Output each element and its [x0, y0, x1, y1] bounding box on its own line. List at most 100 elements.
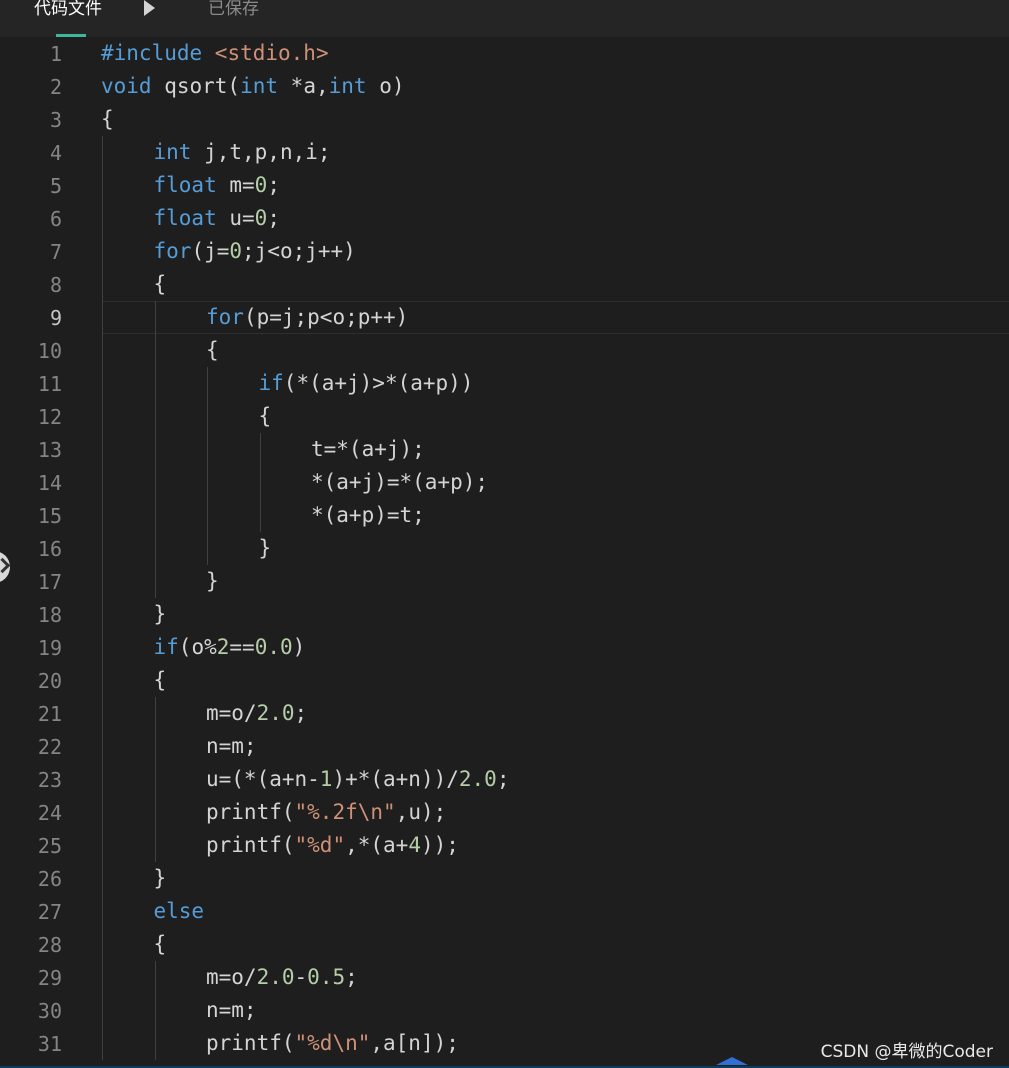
code-token: }: [258, 536, 272, 560]
code-token: 0: [254, 206, 268, 230]
code-line[interactable]: 11 if(*(a+j)>*(a+p)): [0, 367, 1009, 400]
code-token: ;: [496, 767, 510, 791]
indent-guide: [102, 499, 103, 532]
indent-guide: [102, 598, 103, 631]
indent-guide: [154, 1027, 156, 1060]
run-icon[interactable]: [144, 0, 155, 16]
line-number: 28: [37, 933, 62, 957]
line-number: 18: [37, 603, 62, 627]
indent-guide: [102, 928, 103, 961]
code-text: if(o%2==0.0): [154, 635, 306, 659]
line-number: 13: [37, 438, 62, 462]
indent-guide: [102, 895, 103, 928]
code-text: printf("%d",*(a+4));: [206, 833, 459, 857]
code-token: ;: [267, 173, 280, 197]
code-editor[interactable]: 1 #include <stdio.h> 2 void qsort(int *a,in…: [0, 37, 1009, 1068]
code-text: for(p=j;p<o;p++): [206, 305, 408, 329]
indent-guide: [102, 631, 103, 664]
code-token: float: [153, 206, 217, 230]
code-line[interactable]: 8{: [0, 268, 1009, 301]
code-token: void: [101, 74, 152, 98]
code-line[interactable]: 24 printf("%.2f\n",u);: [0, 796, 1009, 829]
code-token: printf(: [206, 833, 295, 857]
code-text: float m=0;: [154, 173, 280, 197]
line-number: 21: [37, 702, 62, 726]
code-token: ;: [267, 206, 280, 230]
code-line[interactable]: 20 {: [0, 664, 1009, 697]
indent-guide: [102, 301, 103, 334]
code-text: {: [154, 932, 167, 956]
code-token: ==: [229, 635, 255, 659]
code-token: "%.2f\n": [294, 800, 396, 824]
indent-guide: [102, 466, 103, 499]
code-line[interactable]: 4 int j,t,p,n,i;: [0, 136, 1009, 169]
line-number: 4: [49, 141, 62, 165]
line-number: 19: [37, 636, 62, 660]
code-line[interactable]: 6 float u=0;: [0, 202, 1009, 235]
code-token: printf(: [206, 1031, 295, 1055]
code-line[interactable]: 7 for(j=0;j<o;j++): [0, 235, 1009, 268]
indent-guide: [102, 796, 103, 829]
code-line[interactable]: 25 printf("%d",*(a+4));: [0, 829, 1009, 862]
indent-guide: [102, 763, 103, 796]
indent-guide: [154, 565, 156, 598]
indent-guide: [207, 499, 208, 532]
code-token: 2.0: [458, 767, 497, 791]
code-token: ,u);: [395, 800, 447, 824]
line-number: 20: [37, 669, 62, 693]
code-line[interactable]: 21 m=o/2.0;: [0, 697, 1009, 730]
code-line[interactable]: 15 *(a+p)=t;: [0, 499, 1009, 532]
indent-guide: [102, 697, 103, 730]
code-line[interactable]: 9 for(p=j;p<o;p++): [0, 301, 1009, 334]
code-line[interactable]: 27 else: [0, 895, 1009, 928]
code-text: u=(*(a+n-1)+*(a+n))/2.0;: [206, 767, 509, 791]
code-line[interactable]: 18}: [0, 598, 1009, 631]
code-line[interactable]: 1 #include <stdio.h>: [0, 37, 1009, 70]
line-number: 3: [49, 108, 62, 132]
code-text: printf("%d\n",a[n]);: [206, 1031, 459, 1055]
code-line[interactable]: 5 float m=0;: [0, 169, 1009, 202]
code-line[interactable]: 30 n=m;: [0, 994, 1009, 1027]
line-number: 30: [37, 999, 62, 1023]
code-line[interactable]: 22 n=m;: [0, 730, 1009, 763]
code-line[interactable]: 10 {: [0, 334, 1009, 367]
indent-guide: [102, 169, 103, 202]
tab-code-file[interactable]: 代码文件: [34, 0, 102, 19]
code-token: u=(*(a+n-: [206, 767, 320, 791]
line-number: 31: [37, 1032, 62, 1056]
code-line[interactable]: 2 void qsort(int *a,int o): [0, 70, 1009, 103]
code-token: u=: [216, 206, 255, 230]
indent-guide: [154, 532, 156, 565]
indent-guide: [102, 961, 103, 994]
indent-guide: [102, 202, 103, 235]
code-line[interactable]: 28 {: [0, 928, 1009, 961]
indent-guide: [154, 433, 156, 466]
code-text: #include <stdio.h>: [101, 41, 329, 65]
code-token: if: [153, 635, 179, 659]
code-token: "%d": [294, 833, 346, 857]
indent-guide: [102, 862, 103, 895]
code-line[interactable]: 13 t=*(a+j);: [0, 433, 1009, 466]
code-token: else: [153, 899, 205, 923]
indent-guide: [102, 565, 103, 598]
indent-guide: [154, 334, 156, 367]
code-line[interactable]: 12 {: [0, 400, 1009, 433]
code-token: t=*(a+j);: [311, 437, 425, 461]
code-line[interactable]: 3{: [0, 103, 1009, 136]
code-token: m=o/: [206, 701, 257, 725]
code-token: j,t,p,n,i;: [191, 140, 331, 164]
code-line[interactable]: 17}: [0, 565, 1009, 598]
code-line[interactable]: 19 if(o%2==0.0): [0, 631, 1009, 664]
line-number: 22: [37, 735, 62, 759]
code-token: 2.0: [256, 701, 295, 725]
code-line[interactable]: 16}: [0, 532, 1009, 565]
code-line[interactable]: 14 *(a+j)=*(a+p);: [0, 466, 1009, 499]
code-line[interactable]: 26}: [0, 862, 1009, 895]
watermark: CSDN @卑微的Coder: [820, 1042, 993, 1062]
code-line[interactable]: 23 u=(*(a+n-1)+*(a+n))/2.0;: [0, 763, 1009, 796]
indent-guide: [259, 433, 261, 466]
code-line[interactable]: 29 m=o/2.0-0.5;: [0, 961, 1009, 994]
code-token: 2.0: [256, 965, 295, 989]
code-text: else: [154, 899, 205, 923]
code-token: float: [153, 173, 217, 197]
